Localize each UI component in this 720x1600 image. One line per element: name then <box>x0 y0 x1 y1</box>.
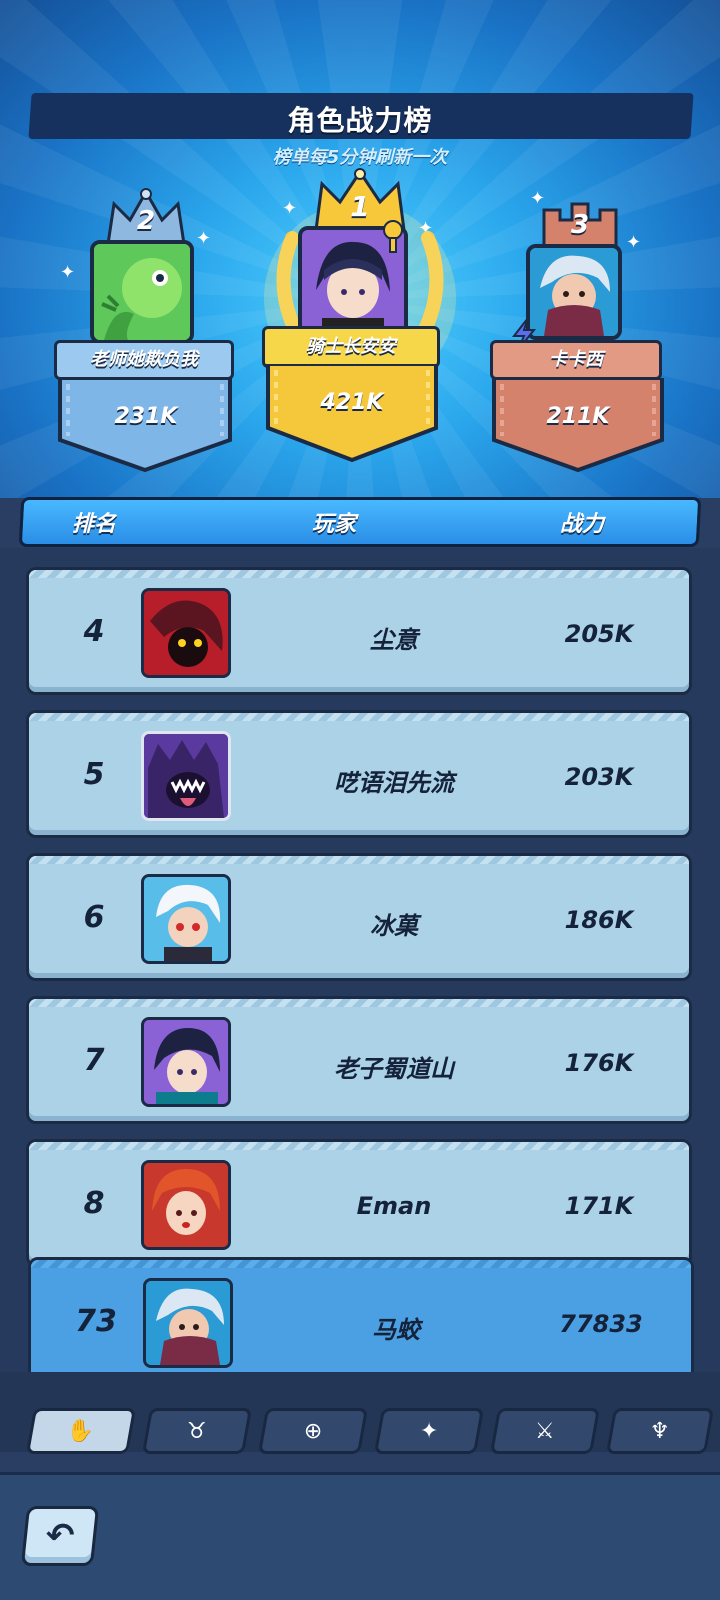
player-avatar[interactable] <box>141 588 231 678</box>
tab-beast[interactable]: ♉ <box>141 1408 253 1454</box>
row-rank: 6 <box>83 900 105 935</box>
self-rank-row[interactable]: 73 马蛟 77833 <box>28 1257 694 1385</box>
table-row[interactable]: 5 呓语泪先流 203K <box>26 710 692 838</box>
tab-shield[interactable]: ⊕ <box>257 1408 369 1454</box>
demon-icon: ♆ <box>650 1418 670 1444</box>
row-power: 205K <box>564 620 634 648</box>
row-player-name: 尘意 <box>370 626 418 654</box>
podium-area: 角色战力榜 榜单每5分钟刷新一次 ✦ ✦ ✦ ✦ ✦ ✦ 2 老师她欺负我 23… <box>0 0 720 498</box>
row-rank: 7 <box>83 1043 105 1078</box>
page-title: 角色战力榜 <box>287 104 433 137</box>
podium-rank-number: 3 <box>570 210 590 240</box>
row-player-name: Eman <box>356 1192 432 1220</box>
constellation-icon: ✦ <box>419 1418 439 1444</box>
podium-power: 231K <box>114 404 178 429</box>
hand-icon: ✋ <box>67 1418 95 1444</box>
podium-rank-number: 2 <box>136 206 156 236</box>
row-rank: 73 <box>75 1304 117 1339</box>
refresh-note: 榜单每5分钟刷新一次 <box>272 147 448 168</box>
back-arrow-icon: ↶ <box>45 1516 75 1556</box>
column-header-player: 玩家 <box>312 512 357 537</box>
podium-rank-2[interactable]: 2 老师她欺负我 231K <box>54 186 238 486</box>
podium-rank-number: 1 <box>350 190 370 223</box>
row-power: 176K <box>564 1049 634 1077</box>
row-power: 203K <box>564 763 634 791</box>
player-avatar[interactable] <box>141 1017 231 1107</box>
bottom-bar <box>0 1472 720 1600</box>
red-demon-avatar-icon <box>144 591 228 675</box>
ninja-avatar-icon <box>530 248 618 336</box>
podium-power: 211K <box>546 404 610 429</box>
red-hair-avatar-icon <box>144 1163 228 1247</box>
tab-character-power[interactable]: ✋ <box>25 1408 137 1454</box>
white-hair-avatar-icon <box>144 877 228 961</box>
podium-player-name: 骑士长安安 <box>262 326 440 368</box>
column-header-rank: 排名 <box>72 512 117 537</box>
sword-icon: ⚔ <box>535 1418 555 1444</box>
column-header-power: 战力 <box>560 512 605 537</box>
back-button[interactable]: ↶ <box>20 1506 100 1566</box>
row-power: 77833 <box>559 1310 643 1338</box>
player-avatar[interactable] <box>141 874 231 964</box>
row-player-name: 呓语泪先流 <box>334 769 454 797</box>
row-rank: 4 <box>83 614 105 649</box>
row-power: 186K <box>564 906 634 934</box>
row-player-name: 冰菓 <box>370 912 418 940</box>
tab-weapon[interactable]: ⚔ <box>489 1408 601 1454</box>
tab-demon[interactable]: ♆ <box>605 1408 715 1454</box>
avatar <box>90 240 194 344</box>
podium-rank-3[interactable]: 3 卡卡西 211K <box>488 200 672 490</box>
row-power: 171K <box>564 1192 634 1220</box>
row-player-name: 老子蜀道山 <box>334 1055 454 1083</box>
table-row[interactable]: 7 老子蜀道山 176K <box>26 996 692 1124</box>
shield-plus-icon: ⊕ <box>303 1418 323 1444</box>
golden-key-icon <box>383 220 403 253</box>
podium-player-name: 卡卡西 <box>490 340 662 380</box>
player-avatar[interactable] <box>143 1278 233 1368</box>
podium-player-name: 老师她欺负我 <box>54 340 234 380</box>
row-rank: 8 <box>83 1186 105 1221</box>
avatar <box>526 244 622 340</box>
bull-icon: ♉ <box>187 1418 207 1444</box>
ninja-avatar-icon <box>146 1281 230 1365</box>
podium-rank-1[interactable]: 1 骑士长安安 421K <box>262 168 458 478</box>
table-row[interactable]: 4 尘意 205K <box>26 567 692 695</box>
row-player-name: 马蛟 <box>372 1316 420 1344</box>
dragon-avatar-icon <box>94 244 190 340</box>
table-row[interactable]: 8 Eman 171K <box>26 1139 692 1267</box>
tab-constellation[interactable]: ✦ <box>373 1408 485 1454</box>
row-rank: 5 <box>83 757 105 792</box>
player-avatar[interactable] <box>141 1160 231 1250</box>
dark-knight-avatar-icon <box>144 1020 228 1104</box>
table-row[interactable]: 6 冰菓 186K <box>26 853 692 981</box>
podium-power: 421K <box>320 390 384 415</box>
purple-beast-avatar-icon <box>144 734 228 818</box>
player-avatar[interactable] <box>141 731 231 821</box>
